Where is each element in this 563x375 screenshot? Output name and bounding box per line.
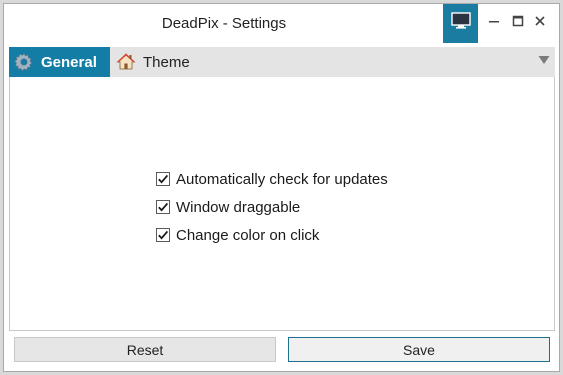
minimize-button[interactable] [484,13,504,33]
settings-list: Automatically check for updates Window d… [156,165,388,249]
reset-button[interactable]: Reset [14,337,276,362]
minimize-icon [488,14,500,32]
window-draggable-checkbox[interactable] [156,200,170,214]
monitor-icon [450,12,471,35]
tab-general[interactable]: General [9,47,110,77]
setting-change-color[interactable]: Change color on click [156,221,388,249]
settings-window: DeadPix - Settings General Theme Automat… [3,3,560,372]
tab-general-label: General [41,53,97,71]
maximize-button[interactable] [508,13,528,33]
title-bar[interactable]: DeadPix - Settings [4,4,559,44]
change-color-label: Change color on click [176,226,320,244]
auto-update-checkbox[interactable] [156,172,170,186]
tab-dropdown-button[interactable] [537,53,551,69]
auto-update-label: Automatically check for updates [176,170,388,188]
general-panel: Automatically check for updates Window d… [9,77,555,331]
setting-window-draggable[interactable]: Window draggable [156,193,388,221]
home-icon [115,51,137,73]
triangle-down-icon [538,52,550,70]
window-title: DeadPix - Settings [161,15,287,32]
maximize-icon [512,14,524,32]
monitor-button[interactable] [443,4,478,43]
tab-theme[interactable]: Theme [112,47,212,77]
gear-icon [13,51,35,73]
close-button[interactable] [530,13,550,33]
close-icon [534,14,546,32]
tab-theme-label: Theme [143,53,190,71]
setting-auto-update[interactable]: Automatically check for updates [156,165,388,193]
tab-bar: General Theme [9,47,555,77]
change-color-checkbox[interactable] [156,228,170,242]
window-draggable-label: Window draggable [176,198,301,216]
save-button[interactable]: Save [288,337,550,362]
